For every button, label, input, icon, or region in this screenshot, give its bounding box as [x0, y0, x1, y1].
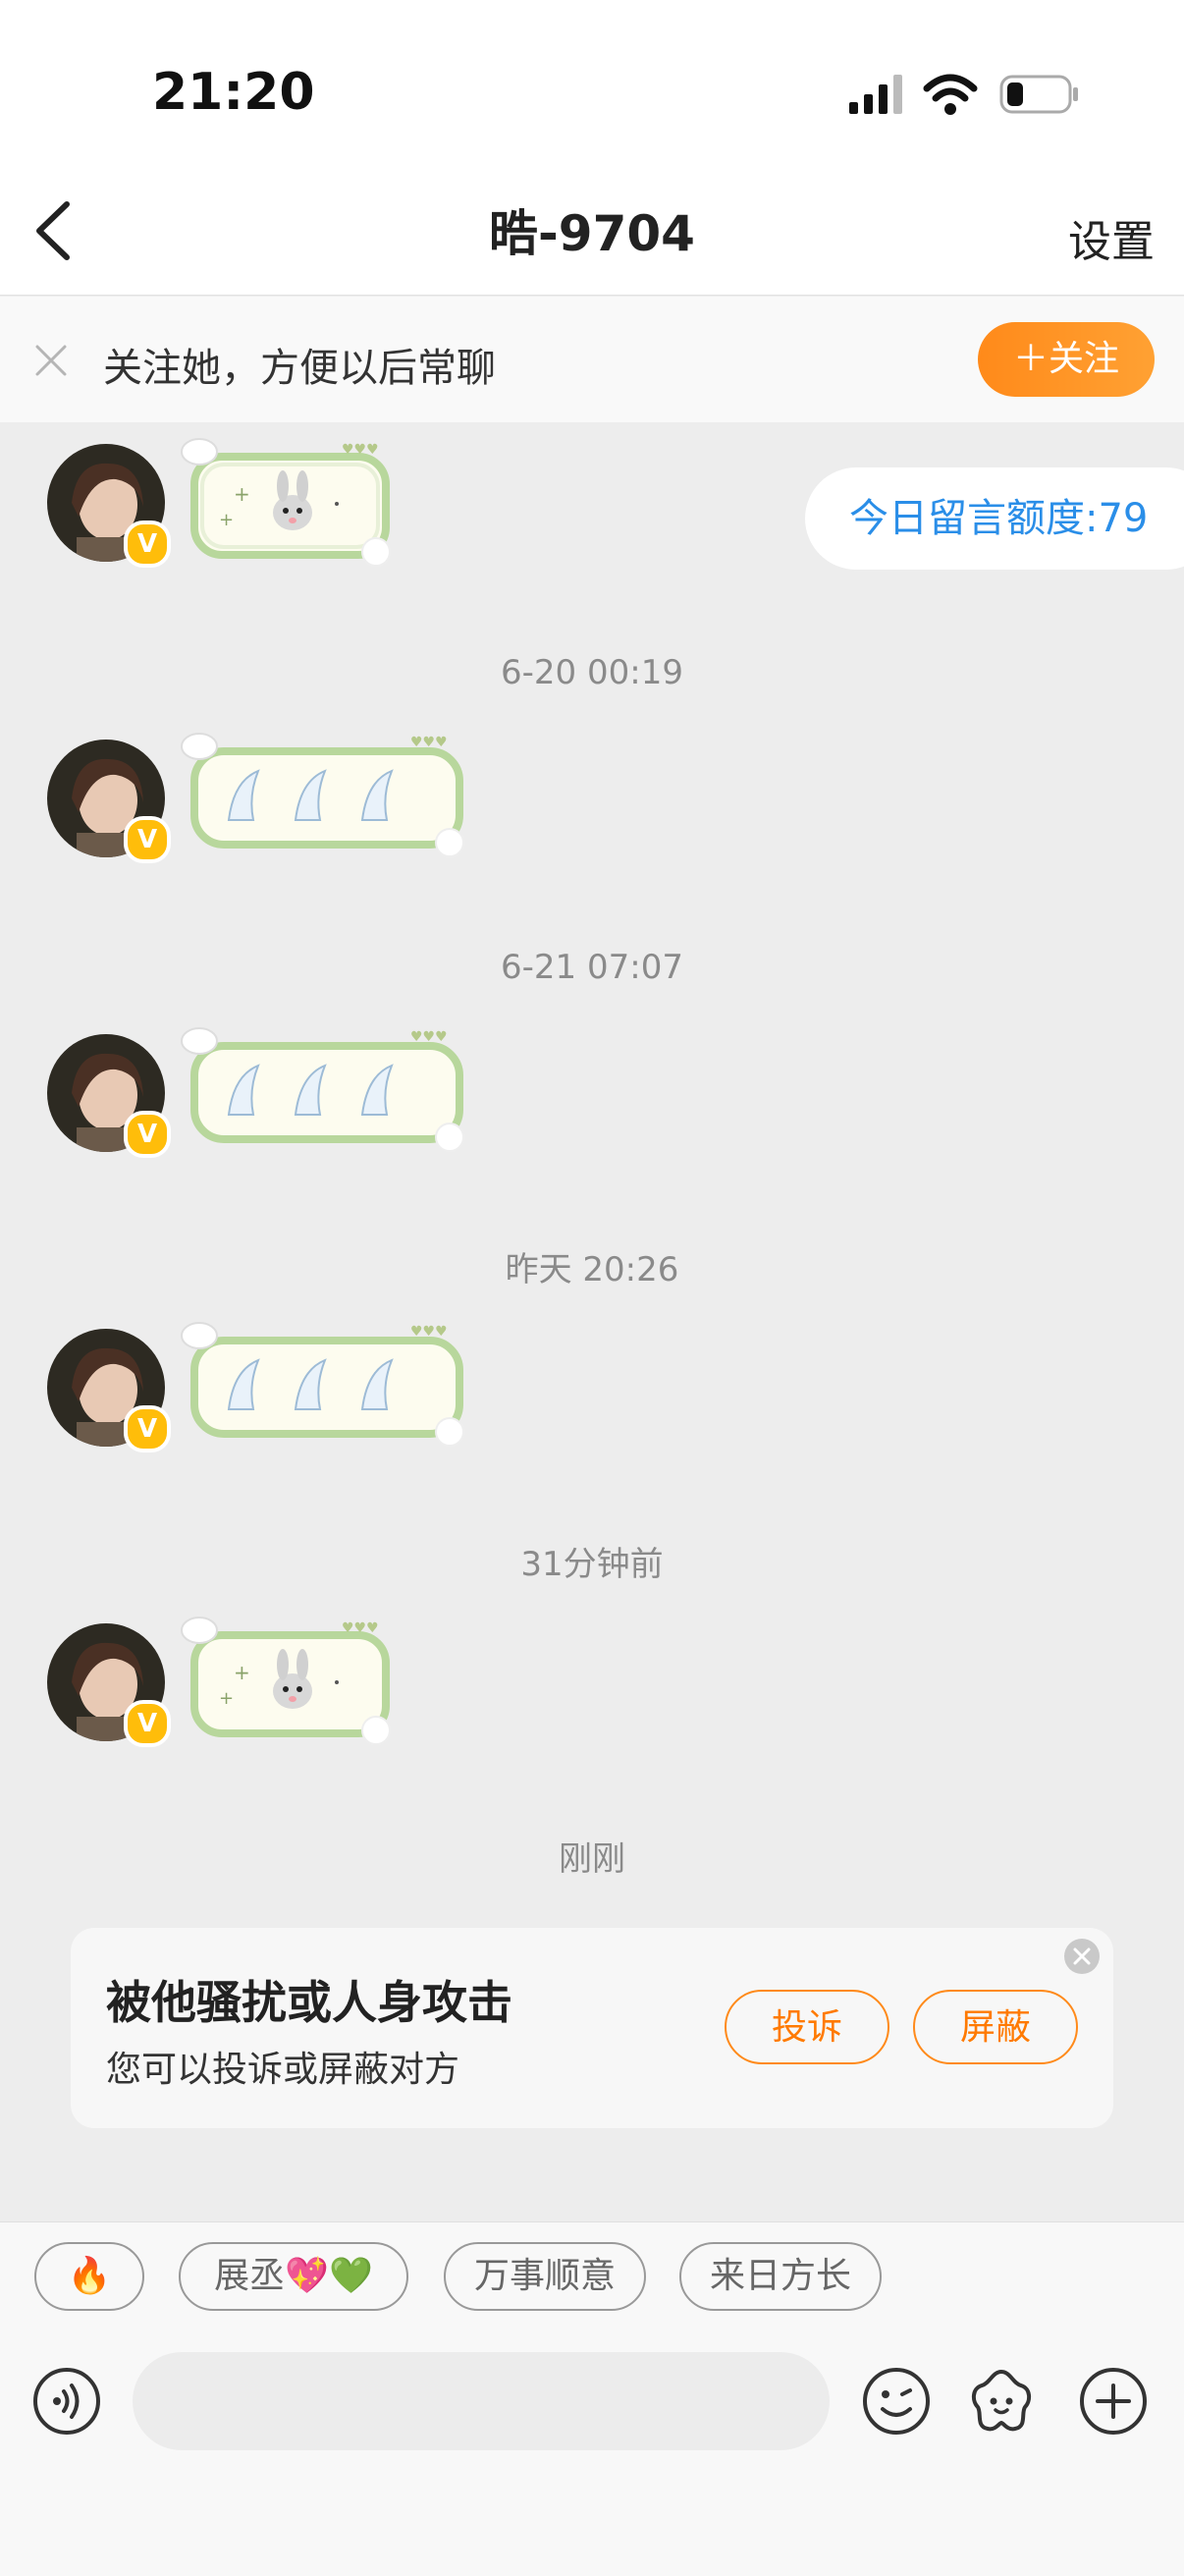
block-button[interactable]: 屏蔽	[913, 1990, 1078, 2064]
svg-text:+: +	[234, 482, 250, 506]
emoji-icon[interactable]	[861, 2366, 932, 2437]
message-input[interactable]	[133, 2352, 830, 2450]
svg-text:♥♥♥: ♥♥♥	[410, 735, 448, 750]
voice-icon[interactable]	[31, 2366, 102, 2437]
chat-title: 晧-9704	[489, 205, 695, 262]
svg-text:♥♥♥: ♥♥♥	[342, 1620, 379, 1636]
quick-reply-chip[interactable]: 来日方长	[679, 2242, 882, 2311]
close-icon[interactable]	[31, 341, 71, 380]
svg-text:♥♥♥: ♥♥♥	[410, 1029, 448, 1045]
report-button[interactable]: 投诉	[725, 1990, 889, 2064]
svg-text:+: +	[219, 510, 234, 530]
wifi-icon	[923, 74, 978, 115]
verified-badge-icon: V	[124, 816, 171, 863]
svg-text:♥♥♥: ♥♥♥	[342, 442, 379, 458]
verified-badge-icon: V	[124, 1111, 171, 1158]
verified-badge-icon: V	[124, 1700, 171, 1747]
angel-wings-sticker[interactable]: ♥♥♥	[175, 1021, 474, 1159]
message-timestamp: 6-21 07:07	[501, 948, 683, 987]
sticker-icon[interactable]	[966, 2366, 1037, 2437]
message-timestamp: 昨天 20:26	[505, 1250, 679, 1289]
notice-subtitle: 您可以投诉或屏蔽对方	[106, 2050, 460, 2090]
message-quota-pill: 今日留言额度:79	[805, 467, 1184, 570]
cellular-signal-icon	[849, 75, 902, 114]
svg-text:+: +	[234, 1661, 250, 1684]
svg-text:+: +	[219, 1688, 234, 1709]
follow-button[interactable]: ＋关注	[978, 322, 1155, 397]
verified-badge-icon: V	[124, 1405, 171, 1452]
message-timestamp: 刚刚	[559, 1839, 625, 1879]
add-icon[interactable]	[1078, 2366, 1149, 2437]
battery-icon	[999, 75, 1078, 114]
quick-reply-chip[interactable]: 万事顺意	[444, 2242, 646, 2311]
follow-prompt: 关注她，方便以后常聊	[103, 346, 496, 391]
bunny-sticker[interactable]: ♥♥♥ + +	[175, 1611, 401, 1758]
close-icon[interactable]	[1064, 1939, 1100, 1974]
message-timestamp: 6-20 00:19	[501, 653, 683, 692]
svg-text:♥♥♥: ♥♥♥	[410, 1324, 448, 1340]
message-timestamp: 31分钟前	[520, 1545, 664, 1584]
quick-reply-chip[interactable]: 展丞💖💚	[179, 2242, 408, 2311]
status-time: 21:20	[152, 63, 315, 122]
angel-wings-sticker[interactable]: ♥♥♥	[175, 1316, 474, 1453]
verified-badge-icon: V	[124, 521, 171, 568]
quick-reply-chip[interactable]: 🔥	[34, 2242, 144, 2311]
bunny-sticker[interactable]: ♥♥♥ + +	[175, 432, 401, 579]
notice-title: 被他骚扰或人身攻击	[106, 1976, 512, 2029]
angel-wings-sticker[interactable]: ♥♥♥	[175, 727, 474, 864]
settings-button[interactable]: 设置	[1068, 206, 1155, 269]
